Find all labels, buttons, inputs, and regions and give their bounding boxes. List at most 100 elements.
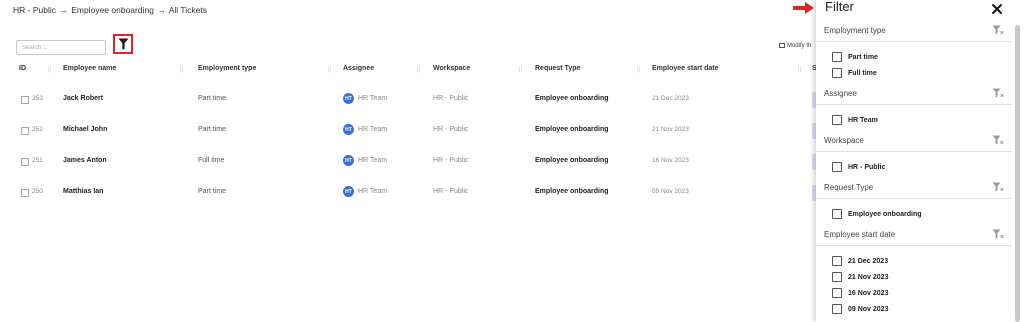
request-type: Employee onboarding [535, 126, 609, 133]
request-type: Employee onboarding [535, 95, 609, 102]
row-checkbox[interactable] [21, 189, 29, 197]
filter-option[interactable]: 21 Dec 2023 [832, 255, 888, 267]
employee-name: Matthias Ian [63, 188, 104, 195]
column-header-assignee[interactable]: Assignee [343, 65, 374, 72]
column-resize-handle[interactable]: || [798, 67, 801, 73]
assignee: HT HR Team [343, 155, 387, 166]
filter-section-start-date[interactable]: Employee start date [816, 228, 1012, 246]
table-row[interactable]: 250 Matthias Ian Part time HT HR Team HR … [0, 185, 818, 201]
column-header-start-date[interactable]: Employee start date [652, 65, 719, 72]
filter-option[interactable]: 09 Nov 2023 [832, 303, 888, 315]
assignee-name: HR Team [358, 95, 388, 102]
filter-funnel-icon [118, 38, 128, 50]
option-checkbox[interactable] [832, 288, 842, 298]
start-date: 21 Nov 2023 [652, 126, 689, 133]
filter-section-request-type[interactable]: Request Type [816, 181, 1012, 199]
filter-section-label: Employment type [824, 26, 886, 35]
avatar: HT [343, 186, 354, 197]
filter-section-workspace[interactable]: Workspace [816, 134, 1012, 152]
option-checkbox[interactable] [832, 115, 842, 125]
clear-filter-icon[interactable] [992, 88, 1004, 98]
table-header: ID || Employee name || Employment type |… [0, 65, 818, 77]
column-header-workspace[interactable]: Workspace [433, 65, 470, 72]
filter-option[interactable]: Full time [832, 67, 877, 79]
row-checkbox[interactable] [21, 96, 29, 104]
column-resize-handle[interactable]: || [328, 67, 331, 73]
breadcrumb: HR - Public → Employee onboarding → All … [13, 5, 207, 15]
option-checkbox[interactable] [832, 272, 842, 282]
column-resize-handle[interactable]: || [48, 67, 51, 73]
column-resize-handle[interactable]: || [637, 67, 640, 73]
filter-button[interactable] [113, 34, 133, 54]
modify-columns-button[interactable]: Modify th [779, 43, 811, 49]
modify-columns-label: Modify th [787, 43, 812, 50]
breadcrumb-separator: → [59, 5, 68, 15]
option-checkbox[interactable] [832, 209, 842, 219]
column-resize-handle[interactable]: || [417, 67, 420, 73]
option-checkbox[interactable] [832, 256, 842, 266]
row-checkbox[interactable] [21, 158, 29, 166]
avatar: HT [343, 155, 354, 166]
clear-filter-icon[interactable] [992, 135, 1004, 145]
column-header-request-type[interactable]: Request Type [535, 65, 580, 72]
employment-type: Full time [198, 157, 225, 164]
option-checkbox[interactable] [832, 68, 842, 78]
table-row[interactable]: 251 James Anton Full time HT HR Team HR -… [0, 154, 818, 170]
columns-icon [779, 43, 785, 48]
breadcrumb-request-type[interactable]: Employee onboarding [71, 5, 154, 15]
employment-type: Part time [198, 188, 227, 195]
ticket-id: 253 [32, 95, 43, 102]
filter-option[interactable]: HR - Public [832, 161, 885, 173]
close-icon[interactable] [990, 2, 1004, 16]
filter-section-label: Employee start date [824, 230, 896, 239]
clear-filter-icon[interactable] [992, 229, 1004, 239]
clear-filter-icon[interactable] [992, 25, 1004, 35]
option-label: HR Team [848, 116, 878, 124]
option-checkbox[interactable] [832, 52, 842, 62]
assignee-name: HR Team [358, 188, 388, 195]
assignee: HT HR Team [343, 186, 387, 197]
workspace: HR - Public [433, 157, 469, 164]
column-header-id[interactable]: ID [19, 65, 26, 72]
option-label: Full time [848, 69, 877, 77]
request-type: Employee onboarding [535, 157, 609, 164]
column-header-employee-name[interactable]: Employee name [63, 65, 116, 72]
option-label: 21 Dec 2023 [848, 257, 889, 265]
table-row[interactable]: 253 Jack Robert Part time HT HR Team HR -… [0, 92, 818, 108]
assignee: HT HR Team [343, 124, 387, 135]
employment-type: Part time [198, 95, 227, 102]
filter-section-assignee[interactable]: Assignee [816, 87, 1012, 105]
breadcrumb-current: All Tickets [168, 5, 207, 15]
filter-option[interactable]: 21 Nov 2023 [832, 271, 888, 283]
assignee: HT HR Team [343, 93, 387, 104]
column-resize-handle[interactable]: || [519, 67, 522, 73]
filter-option[interactable]: HR Team [832, 114, 878, 126]
option-label: Employee onboarding [848, 210, 922, 218]
column-resize-handle[interactable]: || [180, 67, 183, 73]
table-row[interactable]: 252 Michael John Part time HT HR Team HR … [0, 123, 818, 139]
start-date: 16 Nov 2023 [652, 157, 689, 164]
filter-option[interactable]: Employee onboarding [832, 208, 922, 220]
filter-option[interactable]: Part time [832, 51, 878, 63]
filter-section-employment-type[interactable]: Employment type [816, 24, 1012, 42]
avatar: HT [343, 124, 354, 135]
clear-filter-icon[interactable] [992, 182, 1004, 192]
ticket-id: 252 [32, 126, 43, 133]
column-header-employment-type[interactable]: Employment type [198, 65, 256, 72]
option-checkbox[interactable] [832, 304, 842, 314]
option-label: Part time [848, 53, 878, 61]
scrollbar[interactable] [1015, 25, 1020, 322]
filter-section-label: Request Type [824, 183, 874, 192]
breadcrumb-workspace[interactable]: HR - Public [13, 5, 56, 15]
option-checkbox[interactable] [832, 162, 842, 172]
employee-name: James Anton [63, 157, 107, 164]
filter-option[interactable]: 16 Nov 2023 [832, 287, 888, 299]
row-checkbox[interactable] [21, 127, 29, 135]
avatar: HT [343, 93, 354, 104]
employee-name: Jack Robert [63, 95, 104, 102]
search-input[interactable] [16, 40, 106, 55]
request-type: Employee onboarding [535, 188, 609, 195]
filter-panel: Filter Employment type Part time Full ti… [816, 0, 1024, 322]
filter-section-label: Workspace [824, 136, 864, 145]
workspace: HR - Public [433, 126, 469, 133]
